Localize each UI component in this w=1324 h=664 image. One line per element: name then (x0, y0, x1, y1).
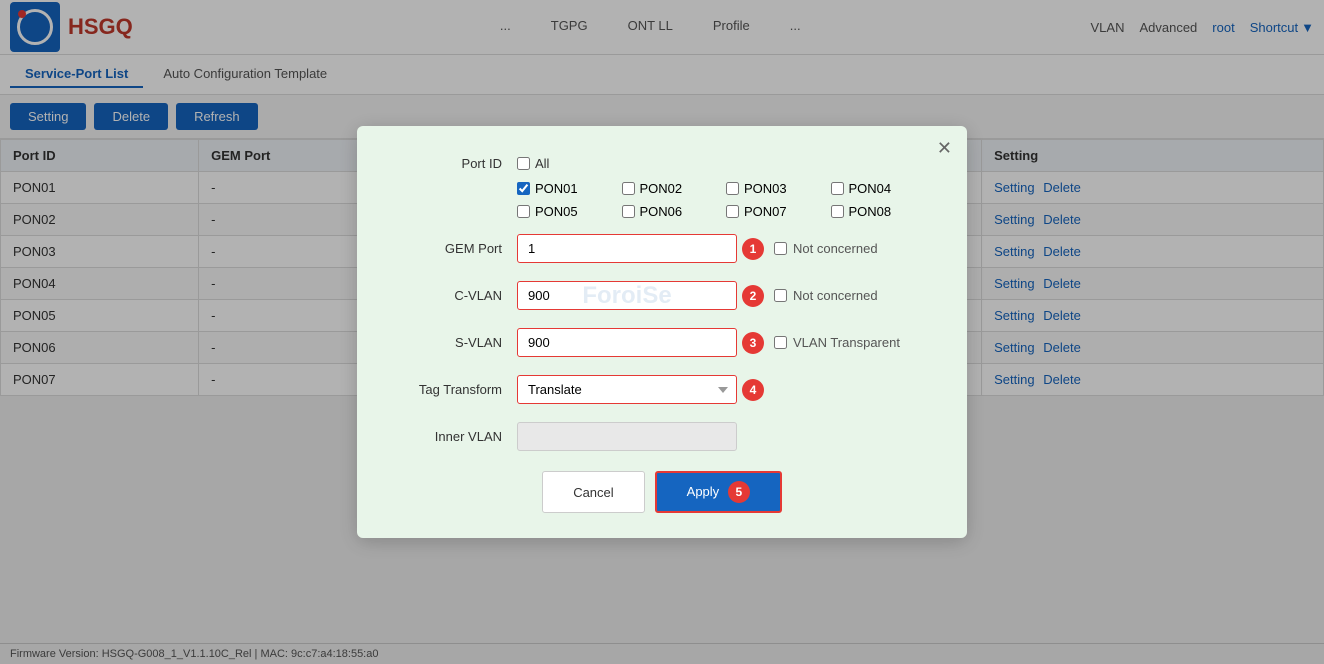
pon05-checkbox[interactable] (517, 205, 530, 218)
c-vlan-label: C-VLAN (397, 288, 517, 303)
pon06-item: PON06 (622, 204, 719, 219)
c-vlan-row: C-VLAN ForoiSe 2 Not concerned (397, 281, 927, 310)
inner-vlan-row: Inner VLAN (397, 422, 927, 451)
c-vlan-not-concerned-group: Not concerned (774, 288, 878, 303)
s-vlan-row: S-VLAN 3 VLAN Transparent (397, 328, 927, 357)
pon03-label: PON03 (744, 181, 787, 196)
pon07-checkbox[interactable] (726, 205, 739, 218)
step-badge-2: 2 (742, 285, 764, 307)
pon05-item: PON05 (517, 204, 614, 219)
pon02-label: PON02 (640, 181, 683, 196)
pon01-label: PON01 (535, 181, 578, 196)
pon01-checkbox[interactable] (517, 182, 530, 195)
tag-transform-label: Tag Transform (397, 382, 517, 397)
tag-transform-select[interactable]: Translate Add Remove None (517, 375, 737, 404)
pon06-label: PON06 (640, 204, 683, 219)
s-vlan-transparent-group: VLAN Transparent (774, 335, 900, 350)
pon06-checkbox[interactable] (622, 205, 635, 218)
pon08-checkbox[interactable] (831, 205, 844, 218)
s-vlan-transparent-checkbox[interactable] (774, 336, 787, 349)
gem-port-row: GEM Port 1 Not concerned (397, 234, 927, 263)
all-label: All (535, 156, 549, 171)
s-vlan-input[interactable] (517, 328, 737, 357)
cancel-button[interactable]: Cancel (542, 471, 644, 513)
tag-transform-row: Tag Transform Translate Add Remove None … (397, 375, 927, 404)
step-badge-5: 5 (728, 481, 750, 503)
step-badge-4: 4 (742, 379, 764, 401)
modal-overlay: ✕ Port ID All PON01 PON02 (0, 0, 1324, 664)
gem-port-input[interactable] (517, 234, 737, 263)
port-id-label: Port ID (397, 156, 517, 171)
port-id-section: Port ID All PON01 PON02 PON03 (397, 156, 927, 219)
gem-port-label: GEM Port (397, 241, 517, 256)
inner-vlan-label: Inner VLAN (397, 429, 517, 444)
apply-button[interactable]: Apply 5 (655, 471, 782, 513)
step-badge-3: 3 (742, 332, 764, 354)
c-vlan-input[interactable] (517, 281, 737, 310)
pon04-label: PON04 (849, 181, 892, 196)
modal-footer: Cancel Apply 5 (397, 471, 927, 513)
pon08-label: PON08 (849, 204, 892, 219)
pon04-checkbox[interactable] (831, 182, 844, 195)
step-badge-1: 1 (742, 238, 764, 260)
pon03-item: PON03 (726, 181, 823, 196)
pon-grid: PON01 PON02 PON03 PON04 (397, 181, 927, 219)
pon08-item: PON08 (831, 204, 928, 219)
pon01-item: PON01 (517, 181, 614, 196)
all-checkbox[interactable] (517, 157, 530, 170)
pon05-label: PON05 (535, 204, 578, 219)
c-vlan-not-concerned-checkbox[interactable] (774, 289, 787, 302)
c-vlan-not-concerned-label: Not concerned (793, 288, 878, 303)
modal-dialog: ✕ Port ID All PON01 PON02 (357, 126, 967, 538)
pon07-label: PON07 (744, 204, 787, 219)
modal-close-button[interactable]: ✕ (937, 138, 952, 159)
gem-port-not-concerned-label: Not concerned (793, 241, 878, 256)
inner-vlan-input[interactable] (517, 422, 737, 451)
s-vlan-transparent-label: VLAN Transparent (793, 335, 900, 350)
pon02-item: PON02 (622, 181, 719, 196)
gem-port-not-concerned-group: Not concerned (774, 241, 878, 256)
pon04-item: PON04 (831, 181, 928, 196)
pon03-checkbox[interactable] (726, 182, 739, 195)
s-vlan-label: S-VLAN (397, 335, 517, 350)
gem-port-not-concerned-checkbox[interactable] (774, 242, 787, 255)
pon02-checkbox[interactable] (622, 182, 635, 195)
pon07-item: PON07 (726, 204, 823, 219)
